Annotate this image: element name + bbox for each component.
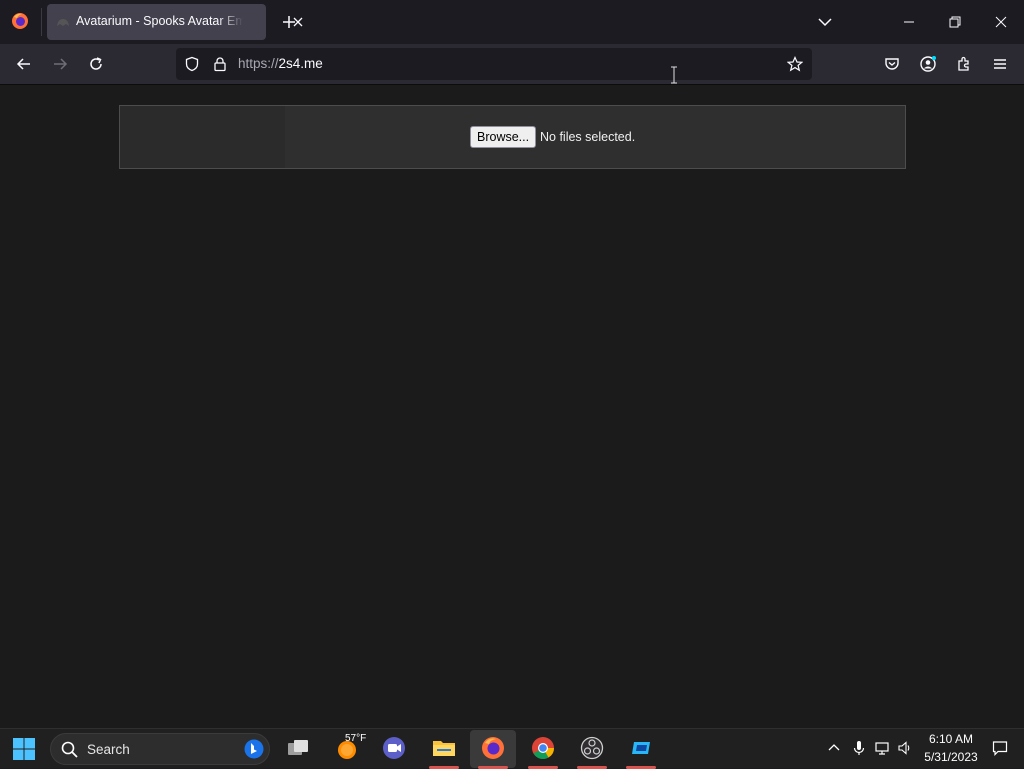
text-cursor-icon	[671, 66, 677, 84]
clock-time[interactable]: 6:10 AM	[922, 732, 980, 746]
search-icon	[61, 741, 78, 758]
url-host: 2s4.me	[278, 56, 323, 71]
url-scheme: https://	[238, 56, 279, 71]
taskbar-search-placeholder: Search	[87, 742, 130, 757]
teams-icon[interactable]	[382, 736, 406, 760]
notification-icon[interactable]	[992, 740, 1008, 756]
taskbar: Search 57°F 6:10 AM 5/31/2023	[0, 728, 1024, 769]
url-text[interactable]: https://2s4.me	[238, 56, 323, 71]
tab-separator	[41, 8, 42, 36]
page-content: Browse... No files selected.	[0, 85, 1024, 728]
hamburger-menu-icon[interactable]	[991, 55, 1009, 73]
pocket-icon[interactable]	[883, 55, 901, 73]
file-status-text: No files selected.	[540, 130, 636, 144]
chevron-up-icon[interactable]	[826, 740, 842, 756]
bookmark-star-icon[interactable]	[787, 56, 803, 72]
ghost-icon	[57, 19, 69, 26]
volume-icon[interactable]	[897, 740, 913, 756]
back-icon[interactable]	[15, 55, 33, 73]
extensions-icon[interactable]	[955, 55, 973, 73]
microphone-icon[interactable]	[851, 740, 867, 756]
minimize-icon[interactable]	[900, 13, 918, 31]
task-view-icon[interactable]	[286, 736, 310, 760]
shield-icon[interactable]	[184, 56, 200, 72]
network-icon[interactable]	[874, 740, 890, 756]
new-tab-icon[interactable]	[280, 13, 298, 31]
bing-icon[interactable]	[244, 739, 264, 759]
tab-title: Avatarium - Spooks Avatar Emp	[76, 14, 243, 28]
browse-button[interactable]: Browse...	[470, 126, 537, 148]
lock-icon[interactable]	[212, 56, 228, 72]
close-window-icon[interactable]	[992, 13, 1010, 31]
address-bar[interactable]: https://2s4.me	[176, 48, 812, 80]
chrome-icon[interactable]	[531, 736, 555, 760]
taskbar-search-box[interactable]: Search	[50, 733, 270, 765]
firefox-icon[interactable]	[481, 736, 505, 760]
clock-date[interactable]: 5/31/2023	[918, 750, 984, 764]
forward-icon[interactable]	[51, 55, 69, 73]
file-explorer-icon[interactable]	[432, 736, 456, 760]
weather-temperature: 57°F	[345, 733, 367, 744]
app-icon[interactable]	[629, 736, 653, 760]
windows-start-icon[interactable]	[13, 738, 35, 760]
chevron-down-icon[interactable]	[816, 13, 834, 31]
upload-panel-shade	[120, 106, 285, 168]
tab-bar: Avatarium - Spooks Avatar Emp	[0, 0, 1024, 44]
obs-icon[interactable]	[580, 736, 604, 760]
firefox-menu-icon[interactable]	[11, 12, 29, 30]
navigation-toolbar: https://2s4.me	[0, 44, 1024, 85]
tab-active[interactable]: Avatarium - Spooks Avatar Emp	[47, 4, 303, 40]
reload-icon[interactable]	[87, 55, 105, 73]
account-icon[interactable]	[919, 55, 937, 73]
upload-panel: Browse... No files selected.	[119, 105, 906, 169]
restore-icon[interactable]	[946, 13, 964, 31]
